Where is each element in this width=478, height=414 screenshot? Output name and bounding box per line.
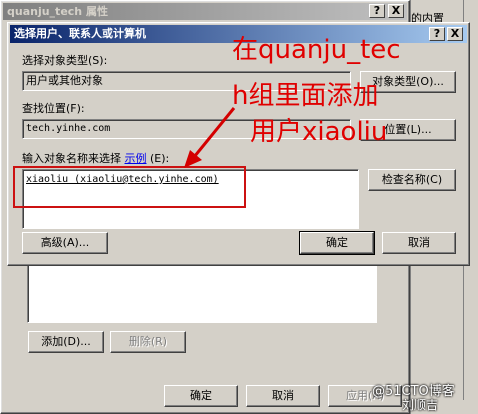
- background-window-title: quanju_tech 属性: [7, 5, 108, 18]
- check-names-button[interactable]: 检查名称(C): [368, 169, 456, 191]
- watermark-author-text: 刘顺吉: [402, 398, 439, 412]
- annotation-line-2: h组里面添加: [232, 81, 379, 111]
- object-type-label: 选择对象类型(S):: [22, 54, 108, 67]
- dialog-ok-button[interactable]: 确定: [299, 231, 375, 255]
- watermark-text: @51CTO博客: [372, 384, 455, 399]
- names-label: 输入对象名称来选择 示例 (E):: [22, 152, 169, 166]
- add-member-button[interactable]: 添加(D)...: [28, 331, 104, 353]
- dialog-title: 选择用户、联系人或计算机: [14, 27, 146, 40]
- members-list[interactable]: [27, 263, 377, 323]
- annotation-line-1: 在quanju_tec: [232, 35, 401, 65]
- background-cancel-button[interactable]: 取消: [246, 385, 320, 407]
- background-close-button[interactable]: X: [388, 4, 404, 18]
- remove-member-button[interactable]: 删除(R): [110, 331, 186, 353]
- dialog-cancel-button[interactable]: 取消: [382, 232, 456, 254]
- dialog-help-button[interactable]: ?: [429, 27, 445, 41]
- background-help-button[interactable]: ?: [369, 4, 385, 18]
- watermark-author: 刘顺吉: [402, 398, 438, 412]
- location-label: 查找位置(F):: [22, 102, 85, 115]
- annotation-line-3: 用户xiaoliu: [250, 117, 388, 147]
- background-ok-button[interactable]: 确定: [164, 385, 238, 407]
- names-label-suffix: (E):: [150, 152, 170, 165]
- advanced-button[interactable]: 高级(A)...: [22, 232, 108, 254]
- background-window-title-bar: quanju_tech 属性: [3, 3, 407, 20]
- annotation-arrow-icon: [184, 107, 236, 168]
- dialog-close-button[interactable]: X: [447, 27, 463, 41]
- examples-link[interactable]: 示例: [125, 152, 147, 165]
- names-label-text: 输入对象名称来选择: [22, 152, 121, 165]
- highlight-rectangle: [13, 166, 246, 208]
